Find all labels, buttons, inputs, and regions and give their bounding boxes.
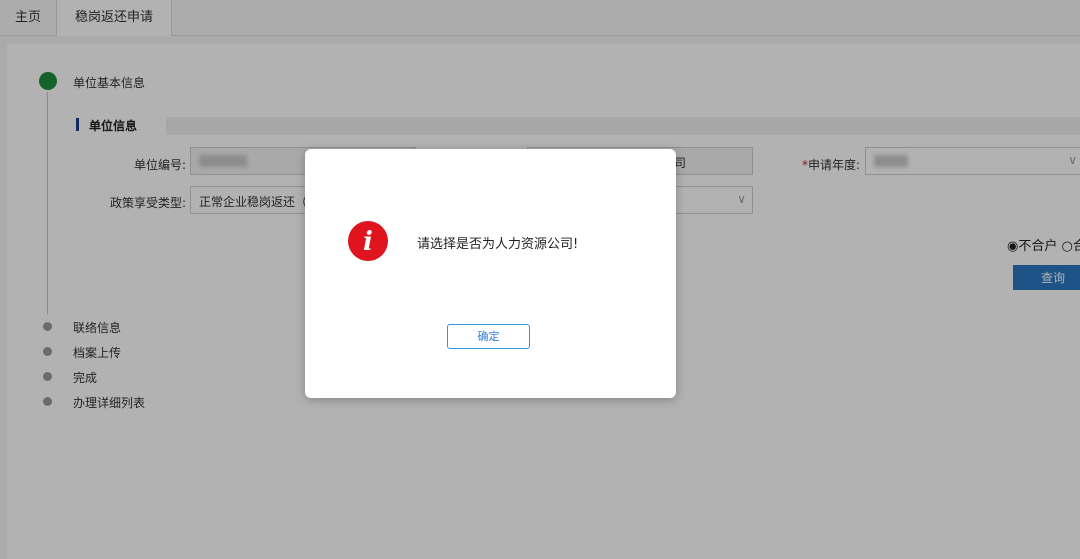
alert-dialog: i 请选择是否为人力资源公司! 确定 <box>305 149 676 398</box>
ok-button[interactable]: 确定 <box>447 324 530 349</box>
dialog-message: 请选择是否为人力资源公司! <box>417 237 579 252</box>
svg-text:i: i <box>363 227 373 257</box>
info-icon: i <box>348 221 388 261</box>
